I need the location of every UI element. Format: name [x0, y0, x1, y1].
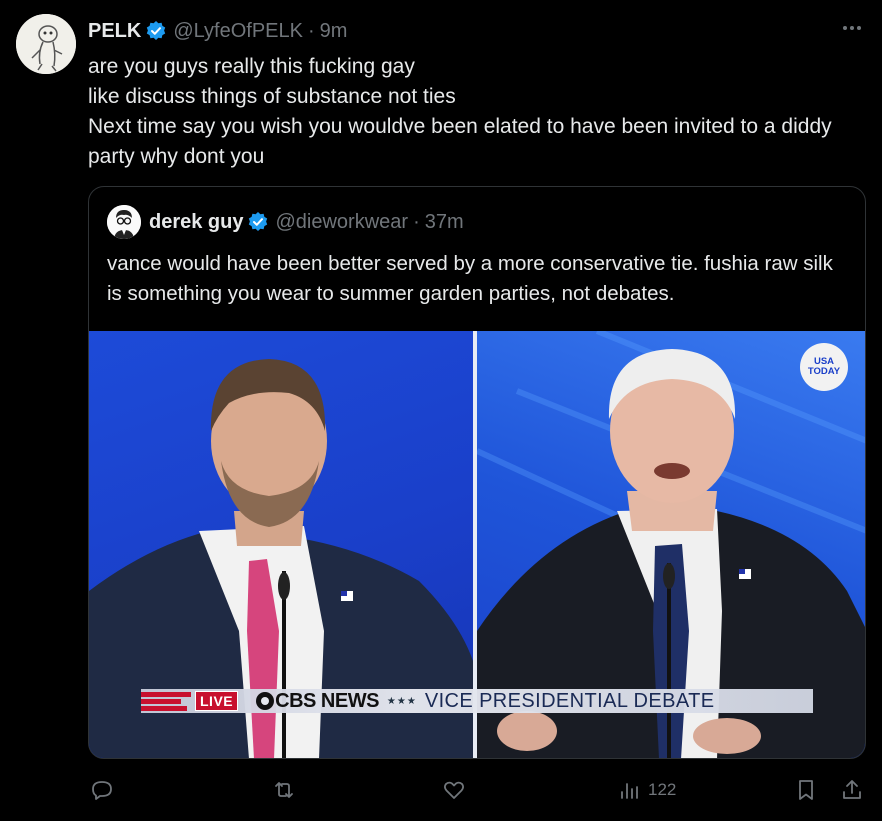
network-name: CBS NEWS — [275, 689, 379, 712]
quoted-header: derek guy @dieworkwear · 37m — [149, 209, 464, 235]
tweet-line: Next time say you wish you wouldve been … — [88, 115, 832, 168]
share-button[interactable] — [840, 778, 864, 802]
bookmark-button[interactable] — [794, 778, 818, 802]
tweet-text: are you guys really this fucking gay lik… — [88, 52, 864, 172]
verified-badge-icon — [147, 21, 166, 40]
reply-icon — [92, 781, 112, 800]
author-handle[interactable]: @LyfeOfPELK — [173, 20, 303, 43]
repost-button[interactable] — [272, 778, 296, 802]
cbs-news-logo: CBS NEWS — [256, 690, 379, 713]
quoted-avatar-image — [107, 205, 141, 239]
quoted-media-image[interactable]: USA TODAY LIVE CBS NEWS ★★★ VICE PRESIDE… — [89, 331, 865, 758]
quoted-time[interactable]: 37m — [425, 211, 464, 234]
quoted-author-handle[interactable]: @dieworkwear — [275, 211, 408, 234]
tweet-header: PELK @LyfeOfPELK · 9m — [88, 18, 347, 44]
bookmark-icon — [799, 780, 813, 800]
live-badge: LIVE — [195, 691, 239, 711]
separator-dot: · — [413, 210, 420, 233]
verified-badge-icon — [249, 212, 268, 231]
news-chyron: LIVE CBS NEWS ★★★ VICE PRESIDENTIAL DEBA… — [141, 689, 813, 713]
views-count: 122 — [648, 780, 677, 799]
heart-icon — [443, 781, 465, 799]
views-button[interactable]: 122 — [618, 778, 676, 802]
chyron-stars: ★★★ — [386, 695, 417, 707]
more-options-icon[interactable] — [840, 18, 864, 38]
tweet-actions: 122 — [0, 778, 882, 808]
author-avatar[interactable] — [16, 14, 76, 74]
reply-button[interactable] — [90, 778, 114, 802]
chyron-title: VICE PRESIDENTIAL DEBATE — [424, 689, 715, 712]
avatar-image — [16, 14, 76, 74]
share-icon — [843, 780, 861, 799]
tweet-line: are you guys really this fucking gay — [88, 55, 415, 78]
views-chart-icon — [621, 783, 638, 799]
quoted-tweet[interactable]: derek guy @dieworkwear · 37m vance would… — [88, 186, 866, 759]
usa-today-logo: USA TODAY — [800, 343, 848, 391]
separator-dot: · — [307, 19, 315, 42]
author-name[interactable]: PELK — [88, 20, 141, 43]
quoted-author-avatar[interactable] — [107, 205, 141, 239]
chyron-stripes-icon — [141, 692, 191, 711]
quoted-author-name[interactable]: derek guy — [149, 211, 243, 234]
tweet-time[interactable]: 9m — [320, 20, 348, 43]
like-button[interactable] — [442, 778, 466, 802]
cbs-eye-icon — [256, 692, 275, 710]
repost-icon — [275, 782, 293, 798]
badge-line-2: TODAY — [807, 366, 841, 377]
quoted-text: vance would have been better served by a… — [107, 252, 833, 305]
tweet-line: like discuss things of substance not tie… — [88, 85, 456, 108]
